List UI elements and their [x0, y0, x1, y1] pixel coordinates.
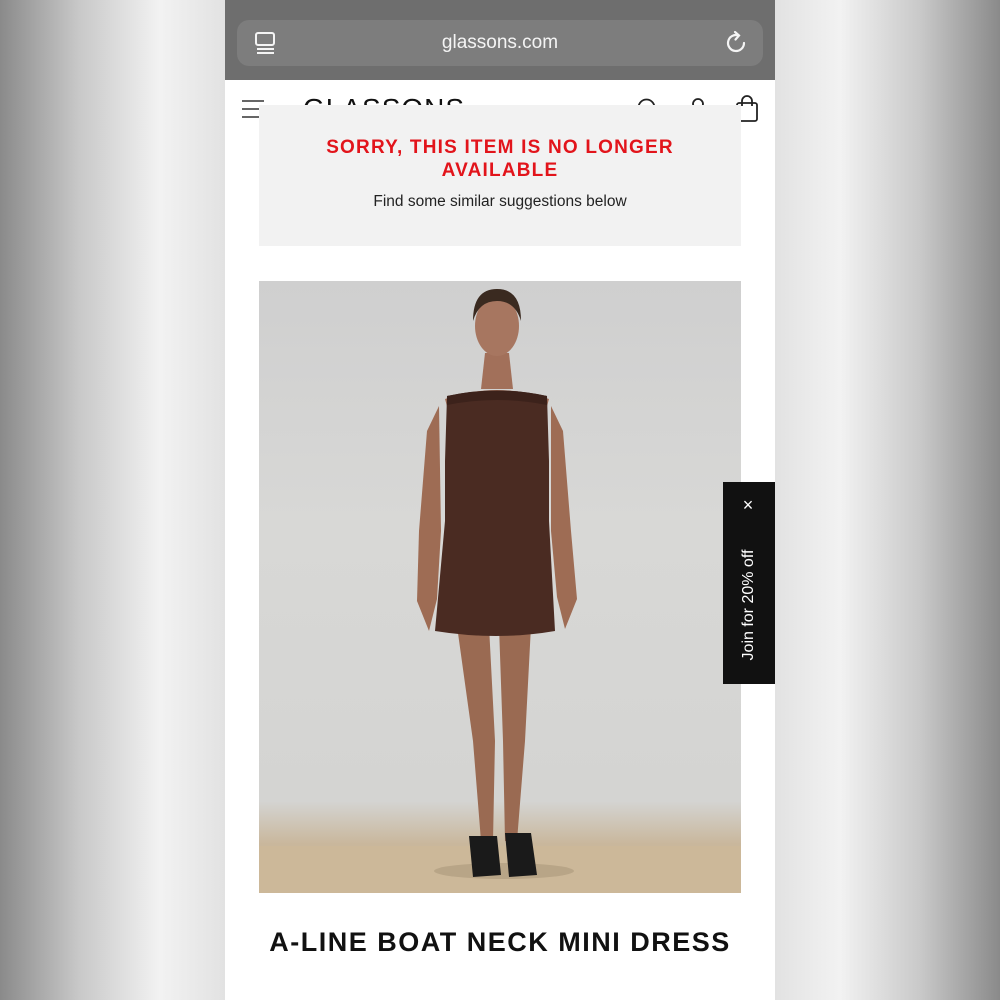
- phone-screen: glassons.com GLASSONS: [225, 0, 775, 1000]
- notice-subtitle: Find some similar suggestions below: [373, 193, 627, 210]
- close-icon[interactable]: ×: [739, 496, 757, 514]
- unavailable-notice: SORRY, THIS ITEM IS NO LONGER AVAILABLE …: [259, 105, 741, 246]
- product-title[interactable]: A-LINE BOAT NECK MINI DRESS: [225, 927, 775, 958]
- promo-label[interactable]: Join for 20% off: [740, 525, 758, 685]
- reload-icon[interactable]: [723, 30, 749, 56]
- product-image[interactable]: [259, 281, 741, 893]
- promo-tab[interactable]: × Join for 20% off: [723, 482, 775, 684]
- url-text[interactable]: glassons.com: [237, 32, 763, 54]
- model-illustration: [259, 289, 741, 893]
- address-bar[interactable]: glassons.com: [237, 20, 763, 66]
- notice-title: SORRY, THIS ITEM IS NO LONGER AVAILABLE: [326, 137, 674, 181]
- browser-toolbar: glassons.com: [225, 0, 775, 80]
